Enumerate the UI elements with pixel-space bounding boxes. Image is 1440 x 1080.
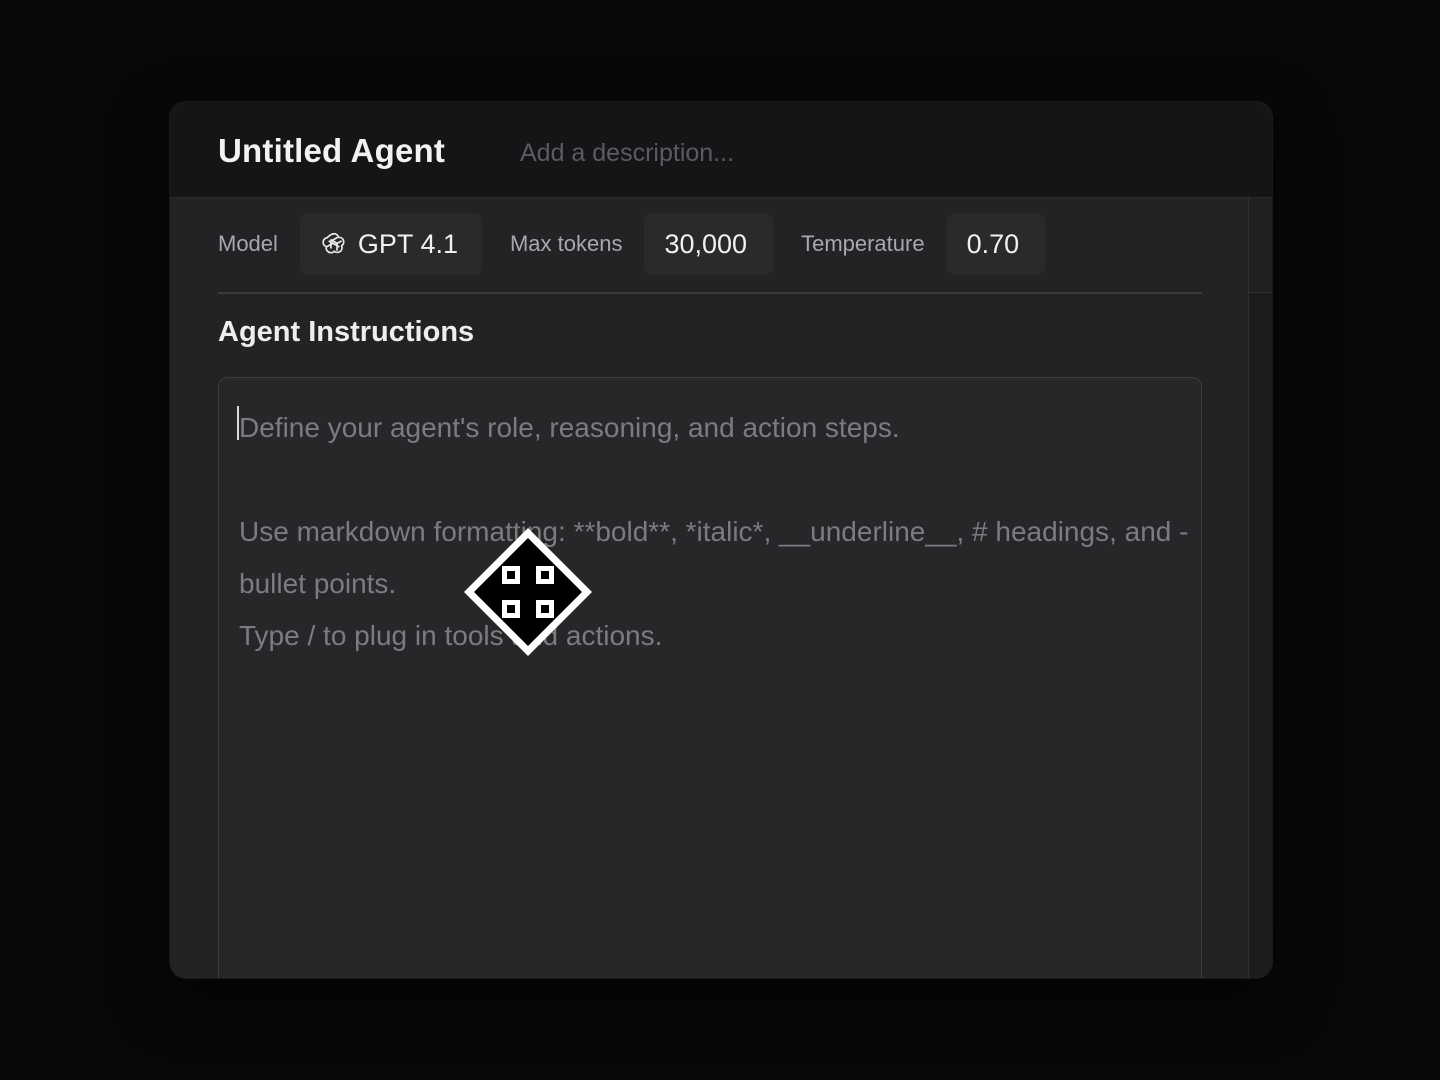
temperature-value: 0.70 — [966, 228, 1020, 259]
placeholder-line-1: Define your agent's role, reasoning, and… — [239, 412, 900, 443]
placeholder-line-2: Use markdown formatting: **bold**, *ital… — [239, 516, 1189, 599]
instructions-title: Agent Instructions — [218, 316, 475, 348]
description-input[interactable]: Add a description... — [520, 139, 734, 168]
model-value: GPT 4.1 — [357, 228, 458, 259]
agent-editor-window: Untitled Agent Add a description... Mode… — [170, 102, 1272, 978]
divider — [218, 292, 1202, 294]
right-panel-edge[interactable] — [1248, 198, 1272, 978]
agent-title[interactable]: Untitled Agent — [218, 132, 445, 170]
temperature-input[interactable]: 0.70 — [946, 213, 1046, 275]
instructions-placeholder: Define your agent's role, reasoning, and… — [239, 402, 1189, 662]
max-tokens-input[interactable]: 30,000 — [644, 213, 774, 275]
instructions-editor[interactable]: Define your agent's role, reasoning, and… — [218, 377, 1202, 978]
placeholder-line-3: Type / to plug in tools and actions. — [239, 620, 663, 651]
config-row: Model GPT 4.1 Max tokens 30,000 Temperat… — [218, 212, 1046, 276]
model-label: Model — [218, 231, 278, 256]
max-tokens-label: Max tokens — [509, 231, 623, 256]
move-cursor-icon — [460, 524, 596, 660]
agent-header: Untitled Agent Add a description... — [170, 102, 1272, 198]
max-tokens-value: 30,000 — [664, 228, 748, 259]
openai-logo-icon — [320, 230, 348, 258]
model-selector[interactable]: GPT 4.1 — [299, 213, 482, 275]
agent-body: Model GPT 4.1 Max tokens 30,000 Temperat… — [170, 198, 1248, 978]
temperature-label: Temperature — [801, 231, 925, 256]
